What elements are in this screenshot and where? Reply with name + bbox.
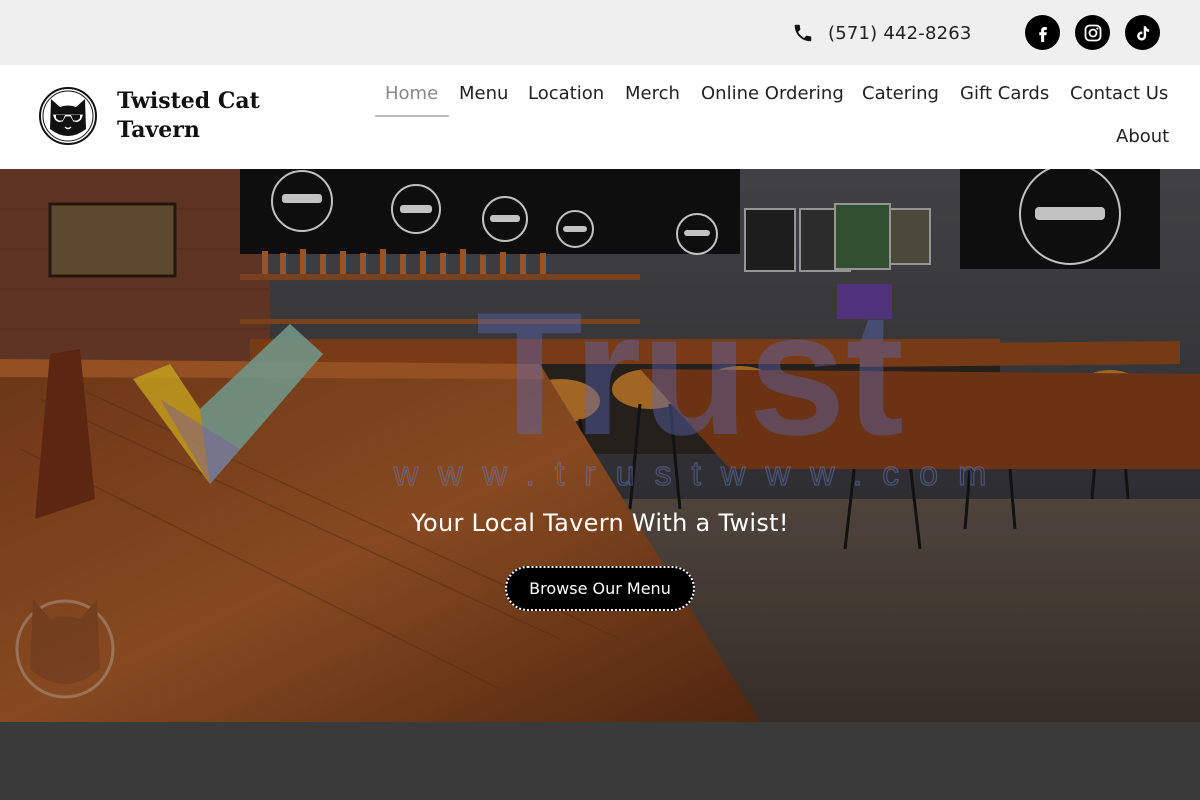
hero-section: Trust www.trustwww.com Your Local Tavern… bbox=[0, 169, 1200, 722]
watermark-overlay: Trust www.trustwww.com bbox=[133, 277, 1007, 494]
site-header: Twisted Cat Tavern Home Menu Location Me… bbox=[0, 65, 1200, 169]
hero-tagline: Your Local Tavern With a Twist! bbox=[411, 509, 789, 537]
nav-online-ordering[interactable]: Online Ordering bbox=[701, 83, 844, 104]
phone-link[interactable]: (571) 442-8263 bbox=[792, 20, 972, 46]
nav-contact-us[interactable]: Contact Us bbox=[1070, 83, 1168, 104]
nav-active-indicator bbox=[375, 115, 449, 117]
below-fold-section bbox=[0, 722, 1200, 800]
instagram-icon[interactable] bbox=[1075, 15, 1110, 50]
nav-catering[interactable]: Catering bbox=[862, 83, 939, 104]
facebook-icon[interactable] bbox=[1025, 15, 1060, 50]
tiktok-icon[interactable] bbox=[1125, 15, 1160, 50]
phone-icon bbox=[792, 22, 814, 44]
nav-merch[interactable]: Merch bbox=[625, 83, 680, 104]
nav-menu[interactable]: Menu bbox=[459, 83, 508, 104]
watermark-word: Trust bbox=[476, 277, 904, 472]
top-bar: (571) 442-8263 bbox=[0, 0, 1200, 65]
nav-location[interactable]: Location bbox=[528, 83, 604, 104]
nav-home[interactable]: Home bbox=[385, 83, 438, 104]
brand-name[interactable]: Twisted Cat Tavern bbox=[117, 87, 277, 145]
browse-menu-button[interactable]: Browse Our Menu bbox=[505, 566, 695, 611]
watermark-url: www.trustwww.com bbox=[393, 455, 1007, 493]
phone-number: (571) 442-8263 bbox=[828, 22, 972, 44]
nav-gift-cards[interactable]: Gift Cards bbox=[960, 83, 1049, 104]
nav-about[interactable]: About bbox=[1116, 126, 1169, 147]
cat-sunglasses-logo[interactable] bbox=[38, 85, 98, 145]
